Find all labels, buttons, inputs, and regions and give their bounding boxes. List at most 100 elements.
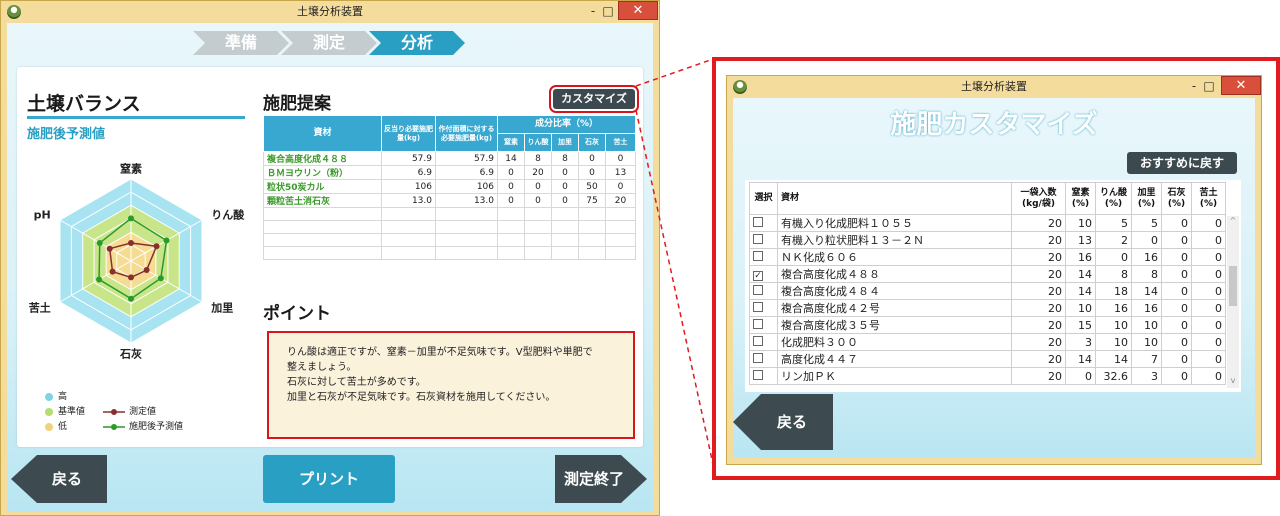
table-row[interactable]: 化成肥料３００ 20 3 10 10 0 0 <box>749 333 1226 351</box>
lime-value: 0 <box>1161 299 1192 317</box>
bag-value: 20 <box>1011 231 1066 249</box>
nitrogen-value: 14 <box>1065 265 1096 283</box>
col-nitrogen: 窒素(%) <box>1065 182 1096 215</box>
magnesia-value: 0 <box>1191 282 1226 300</box>
phosphate-value: 16 <box>1095 299 1132 317</box>
customize-client-area: 施肥カスタマイズ おすすめに戻す 選択 資材 一袋入数(kg/袋) 窒素(%) … <box>733 98 1255 458</box>
col-phosphate: りん酸(%) <box>1095 182 1132 215</box>
phosphate-value: 32.6 <box>1095 367 1132 385</box>
phosphate-value: 14 <box>1095 350 1132 368</box>
table-row[interactable]: 有機入り粒状肥料１３－２Ｎ 20 13 2 0 0 0 <box>749 231 1226 249</box>
material-name: リン加ＰＫ <box>777 367 1012 385</box>
magnesia-value: 0 <box>1191 316 1226 334</box>
maximize-button[interactable]: □ <box>1202 77 1216 95</box>
material-name: 複合高度化成４８８ <box>777 265 1012 283</box>
customize-callout-frame: 土壌分析装置 - □ ✕ 施肥カスタマイズ おすすめに戻す 選択 資材 一袋入数… <box>712 57 1280 480</box>
select-checkbox[interactable] <box>753 250 763 261</box>
phosphate-value: 10 <box>1095 316 1132 334</box>
material-table-body: 有機入り化成肥料１０５５ 20 10 5 5 0 0 有機入り粒状肥料１３－２Ｎ 20 13 2 0… <box>749 214 1226 385</box>
select-checkbox[interactable] <box>753 233 763 244</box>
table-row[interactable]: 高度化成４４７ 20 14 14 7 0 0 <box>749 350 1226 368</box>
select-checkbox[interactable] <box>753 352 763 363</box>
phosphate-value: 5 <box>1095 214 1132 232</box>
phosphate-value: 10 <box>1095 333 1132 351</box>
bag-value: 20 <box>1011 350 1066 368</box>
potash-value: 3 <box>1131 367 1162 385</box>
bag-value: 20 <box>1011 265 1066 283</box>
magnesia-value: 0 <box>1191 214 1226 232</box>
material-name: 複合高度化成３５号 <box>777 316 1012 334</box>
customize-heading: 施肥カスタマイズ <box>890 110 1098 140</box>
material-name: 複合高度化成４８４ <box>777 282 1012 300</box>
potash-value: 5 <box>1131 214 1162 232</box>
table-row[interactable]: 複合高度化成３５号 20 15 10 10 0 0 <box>749 316 1226 334</box>
table-row[interactable]: 有機入り化成肥料１０５５ 20 10 5 5 0 0 <box>749 214 1226 232</box>
potash-value: 16 <box>1131 248 1162 266</box>
select-checkbox[interactable] <box>753 284 763 295</box>
magnesia-value: 0 <box>1191 265 1226 283</box>
close-button[interactable]: ✕ <box>1221 76 1261 95</box>
app-logo-icon <box>733 80 747 94</box>
magnesia-value: 0 <box>1191 350 1226 368</box>
scroll-down-arrow-icon[interactable]: v <box>1227 376 1239 388</box>
table-row[interactable]: 複合高度化成４８４ 20 14 18 14 0 0 <box>749 282 1226 300</box>
magnesia-value: 0 <box>1191 231 1226 249</box>
minimize-button[interactable]: - <box>1187 77 1201 95</box>
table-row[interactable]: 複合高度化成４２号 20 10 16 16 0 0 <box>749 299 1226 317</box>
select-checkbox[interactable] <box>753 335 763 346</box>
col-lime: 石灰(%) <box>1161 182 1192 215</box>
scroll-thumb[interactable] <box>1229 266 1237 306</box>
lime-value: 0 <box>1161 265 1192 283</box>
callout-line-top <box>635 57 717 87</box>
select-checkbox[interactable] <box>753 301 763 312</box>
select-checkbox[interactable] <box>753 318 763 329</box>
lime-value: 0 <box>1161 367 1192 385</box>
potash-value: 10 <box>1131 316 1162 334</box>
material-table: 選択 資材 一袋入数(kg/袋) 窒素(%) りん酸(%) 加里(%) 石灰(%… <box>749 182 1226 385</box>
lime-value: 0 <box>1161 316 1192 334</box>
material-header-row: 選択 資材 一袋入数(kg/袋) 窒素(%) りん酸(%) 加里(%) 石灰(%… <box>749 182 1226 215</box>
phosphate-value: 8 <box>1095 265 1132 283</box>
select-checkbox[interactable]: ✓ <box>753 270 763 281</box>
potash-value: 16 <box>1131 299 1162 317</box>
callout-line-bottom <box>635 109 717 479</box>
customize-back-button[interactable]: 戻る <box>733 394 833 450</box>
magnesia-value: 0 <box>1191 248 1226 266</box>
bag-value: 20 <box>1011 282 1066 300</box>
material-name: 化成肥料３００ <box>777 333 1012 351</box>
material-list-panel: 選択 資材 一袋入数(kg/袋) 窒素(%) りん酸(%) 加里(%) 石灰(%… <box>745 180 1241 392</box>
magnesia-value: 0 <box>1191 333 1226 351</box>
nitrogen-value: 13 <box>1065 231 1096 249</box>
col-select: 選択 <box>749 182 778 215</box>
customize-window: 土壌分析装置 - □ ✕ 施肥カスタマイズ おすすめに戻す 選択 資材 一袋入数… <box>726 75 1262 465</box>
nitrogen-value: 14 <box>1065 282 1096 300</box>
scroll-up-arrow-icon[interactable]: ^ <box>1227 216 1239 228</box>
potash-value: 10 <box>1131 333 1162 351</box>
reset-recommendation-button[interactable]: おすすめに戻す <box>1127 152 1237 174</box>
select-checkbox[interactable] <box>753 216 763 227</box>
customize-window-title: 土壌分析装置 <box>961 80 1027 93</box>
select-checkbox[interactable] <box>753 369 763 380</box>
nitrogen-value: 10 <box>1065 299 1096 317</box>
material-name: 複合高度化成４２号 <box>777 299 1012 317</box>
nitrogen-value: 10 <box>1065 214 1096 232</box>
potash-value: 14 <box>1131 282 1162 300</box>
nitrogen-value: 14 <box>1065 350 1096 368</box>
magnesia-value: 0 <box>1191 299 1226 317</box>
col-potash: 加里(%) <box>1131 182 1162 215</box>
nitrogen-value: 3 <box>1065 333 1096 351</box>
table-row[interactable]: ＮＫ化成６０６ 20 16 0 16 0 0 <box>749 248 1226 266</box>
lime-value: 0 <box>1161 333 1192 351</box>
bag-value: 20 <box>1011 316 1066 334</box>
lime-value: 0 <box>1161 282 1192 300</box>
magnesia-value: 0 <box>1191 367 1226 385</box>
table-row[interactable]: リン加ＰＫ 20 0 32.6 3 0 0 <box>749 367 1226 385</box>
material-name: ＮＫ化成６０６ <box>777 248 1012 266</box>
material-name: 高度化成４４７ <box>777 350 1012 368</box>
table-row[interactable]: ✓ 複合高度化成４８８ 20 14 8 8 0 0 <box>749 265 1226 283</box>
bag-value: 20 <box>1011 367 1066 385</box>
nitrogen-value: 15 <box>1065 316 1096 334</box>
phosphate-value: 2 <box>1095 231 1132 249</box>
customize-title-bar: 土壌分析装置 - □ ✕ <box>727 76 1261 98</box>
material-list-scrollbar[interactable]: ^ v <box>1227 216 1239 388</box>
